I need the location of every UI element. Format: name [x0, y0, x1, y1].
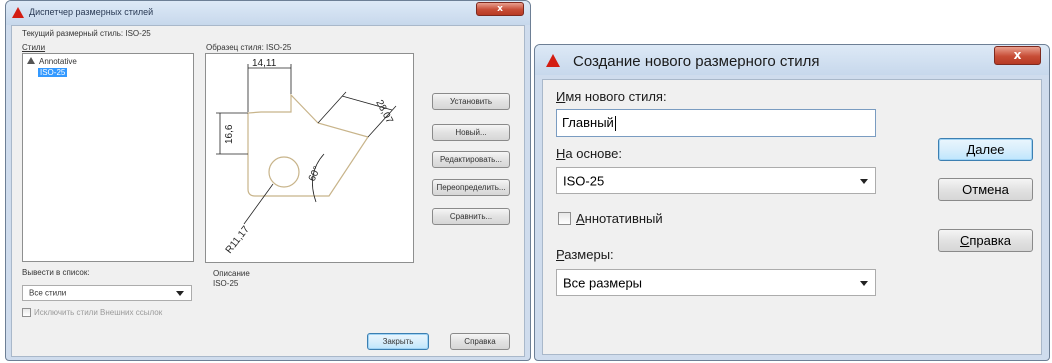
text-caret: [614, 116, 616, 132]
style-name-input[interactable]: Главный: [556, 109, 876, 137]
dim-extension-line: [317, 91, 347, 124]
title-bar: Создание нового размерного стиля x: [535, 45, 1049, 75]
list-filter-value: Все стили: [29, 288, 67, 298]
close-icon[interactable]: x: [476, 2, 524, 16]
annotative-label: Аннотативный: [576, 211, 663, 226]
list-filter-dropdown[interactable]: Все стили: [22, 285, 192, 301]
description-label: Описание: [213, 269, 250, 278]
title-bar: Диспетчер размерных стилей x: [6, 1, 530, 25]
dialog-body: Текущий размерный стиль: ISO-25 Стили An…: [11, 25, 525, 357]
override-button[interactable]: Переопределить...: [432, 179, 510, 196]
styles-list[interactable]: Annotative ISO-25: [22, 53, 194, 262]
window-title: Диспетчер размерных стилей: [29, 7, 154, 17]
dim-text-angle: 60°: [307, 165, 323, 183]
list-filter-label: Вывести в список:: [22, 268, 90, 277]
part-hole: [268, 156, 300, 188]
list-item-selected[interactable]: ISO-25: [38, 68, 68, 77]
dim-text-left: 16,6: [224, 124, 235, 144]
styles-label: Стили: [22, 43, 46, 52]
autocad-logo-icon: [546, 54, 560, 67]
style-name-label: Имя нового стиля:: [556, 89, 667, 104]
xref-checkbox-label: Исключить стили Внешних ссылок: [34, 308, 163, 317]
window-title: Создание нового размерного стиля: [573, 53, 820, 70]
new-dimension-style-window: Создание нового размерного стиля x Имя н…: [534, 44, 1050, 361]
sizes-label: Размеры:: [556, 247, 614, 262]
autocad-logo-icon: [12, 7, 24, 18]
annotative-icon: [27, 57, 35, 64]
annotative-checkbox[interactable]: [558, 212, 571, 225]
dialog-body: Имя нового стиля: Главный На основе: ISO…: [542, 79, 1042, 355]
based-on-value: ISO-25: [563, 173, 605, 188]
cancel-button[interactable]: Отмена: [938, 178, 1033, 201]
preview-label: Образец стиля: ISO-25: [206, 43, 292, 52]
close-icon[interactable]: x: [994, 46, 1041, 65]
help-button[interactable]: Справка: [450, 333, 510, 350]
description-value: ISO-25: [213, 279, 239, 288]
set-current-button[interactable]: Установить: [432, 93, 510, 110]
chevron-down-icon: [860, 280, 868, 286]
xref-checkbox[interactable]: [22, 308, 31, 317]
based-on-label: На основе:: [556, 146, 622, 161]
style-name-value: Главный: [562, 115, 614, 130]
based-on-dropdown[interactable]: ISO-25: [556, 167, 876, 194]
part-outline: [247, 93, 369, 197]
modify-button[interactable]: Редактировать...: [432, 151, 510, 168]
chevron-down-icon: [860, 178, 868, 184]
list-item[interactable]: Annotative: [27, 57, 77, 66]
dim-text-top: 14,11: [252, 58, 277, 69]
current-style-label: Текущий размерный стиль: ISO-25: [22, 29, 151, 38]
chevron-down-icon: [176, 291, 184, 296]
new-button[interactable]: Новый...: [432, 124, 510, 141]
style-preview: 14,11 16,6 28,07 60° R11,17: [205, 53, 414, 263]
compare-button[interactable]: Сравнить...: [432, 208, 510, 225]
list-item-label: Annotative: [39, 57, 77, 66]
next-button[interactable]: Далее: [938, 138, 1033, 161]
sizes-value: Все размеры: [563, 275, 643, 290]
dimension-style-manager-window: Диспетчер размерных стилей x Текущий раз…: [5, 0, 531, 361]
dim-text-diagonal: 28,07: [373, 98, 395, 126]
preview-drawing: 14,11 16,6 28,07 60° R11,17: [216, 58, 397, 256]
dim-text-radius: R11,17: [224, 224, 252, 256]
close-button[interactable]: Закрыть: [367, 333, 429, 350]
help-button[interactable]: Справка: [938, 229, 1033, 252]
sizes-dropdown[interactable]: Все размеры: [556, 269, 876, 296]
